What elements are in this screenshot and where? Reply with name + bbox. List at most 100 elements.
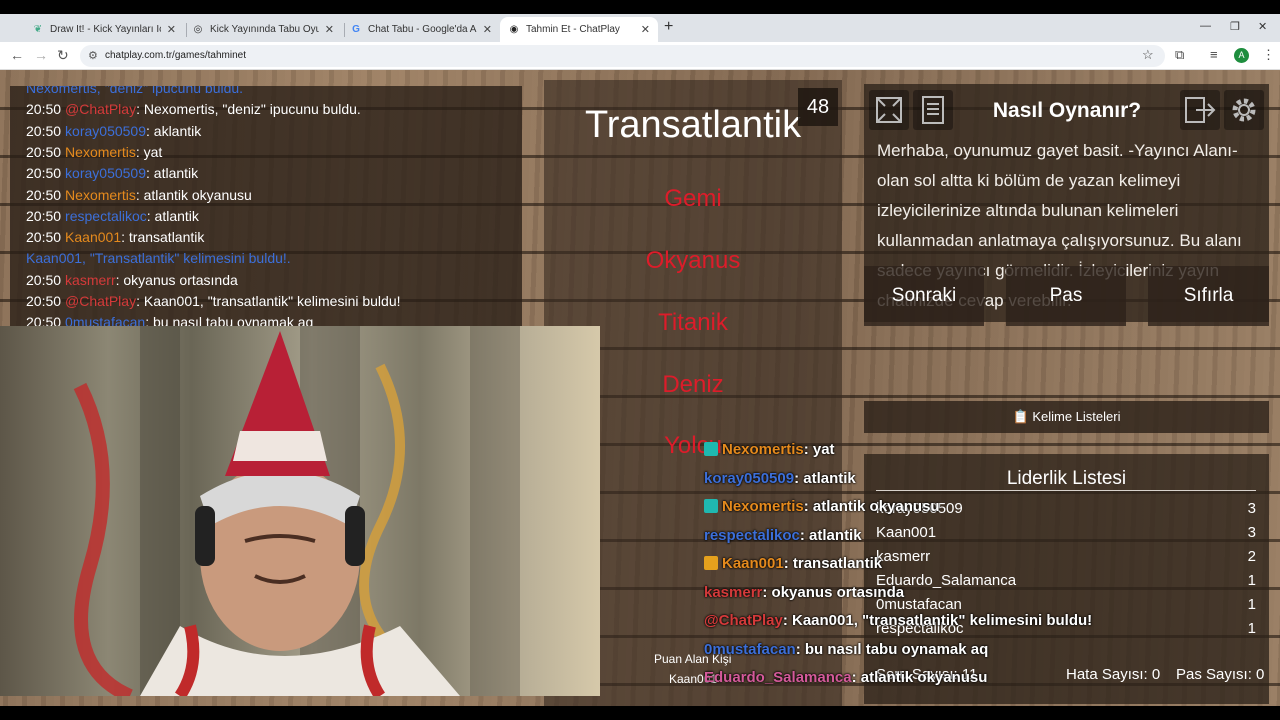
stream-chat-username: 0mustafacan [704, 640, 796, 658]
chat-message: 20:50 Nexomertis: atlantik okyanusu [26, 187, 252, 203]
chat-username[interactable]: Nexomertis, [26, 86, 101, 96]
stream-chat-username: Nexomertis [722, 441, 804, 458]
close-tab-icon[interactable]: ✕ [167, 23, 176, 36]
leaderboard-row: kasmerr 2 [876, 548, 1256, 565]
back-icon[interactable]: ← [10, 47, 24, 63]
leaf-favicon-icon: ❦ [33, 23, 43, 35]
stream-chat-text: : transatlantik [783, 555, 883, 572]
chat-username[interactable]: koray050509 [65, 165, 146, 181]
settings-button[interactable] [1224, 90, 1264, 130]
chat-timestamp: 20:50 [26, 229, 62, 246]
stream-chat-text: : atlantik okyanusu [803, 498, 940, 515]
stream-chat-message: Eduardo_Salamanca: atlantik okyanusu [704, 669, 987, 686]
stream-chat-text: : atlantik [799, 526, 862, 544]
chat-username[interactable]: Nexomertis [65, 144, 136, 160]
pass-button[interactable]: Pas [1006, 266, 1126, 326]
tab-draw-it[interactable]: ❦ Draw It! - Kick Yayınları İçin Çizi ✕ [24, 17, 184, 42]
stream-chat-message: Kaan001: transatlantik [704, 555, 882, 572]
stream-chat-text: : atlantik [794, 469, 856, 487]
bookmark-star-icon[interactable]: ☆ [1142, 47, 1154, 63]
fullscreen-button[interactable] [869, 90, 909, 130]
close-tab-icon[interactable]: ✕ [325, 23, 334, 36]
chat-username[interactable]: Kaan001 [65, 229, 121, 245]
reload-icon[interactable]: ↻ [57, 47, 69, 64]
stream-chat-message: Nexomertis: atlantik okyanusu [704, 498, 940, 515]
stream-chat-text: : bu nasıl tabu oynamak aq [795, 640, 989, 658]
extensions-icon[interactable]: ⧉ [1175, 47, 1184, 63]
chat-timestamp: 20:50 [26, 122, 62, 139]
stream-chat-username: respectalikoc [704, 526, 800, 544]
site-info-icon[interactable]: ⚙ [88, 49, 98, 62]
chat-text: : yat [135, 143, 163, 160]
stream-chat-message: koray050509: atlantik [704, 470, 856, 487]
browser-window: ❦ Draw It! - Kick Yayınları İçin Çizi ✕ … [0, 0, 1280, 720]
stream-chat-username: Eduardo_Salamanca [704, 669, 852, 686]
forbidden-word: Okyanus [645, 247, 741, 274]
chat-text: : Nexomertis, "deniz" ipucunu buldu. [136, 101, 361, 118]
chat-text: : atlantik okyanusu [135, 186, 252, 203]
reset-button[interactable]: Sıfırla [1148, 266, 1269, 326]
exit-button[interactable] [1180, 90, 1220, 130]
minimize-icon[interactable]: — [1200, 20, 1211, 32]
player-score: 3 [1247, 500, 1256, 517]
user-badge-icon [704, 442, 718, 456]
webcam-overlay [0, 326, 600, 696]
notes-button[interactable] [913, 90, 953, 130]
tab-strip: ❦ Draw It! - Kick Yayınları İçin Çizi ✕ … [0, 14, 1280, 42]
stream-chat-message: 0mustafacan: bu nasıl tabu oynamak aq [704, 641, 988, 658]
tab-tahmin-et[interactable]: ◉ Tahmin Et - ChatPlay ✕ [500, 17, 658, 42]
chat-message: 20:50 Kaan001: transatlantik [26, 229, 204, 245]
stream-chat-message: Nexomertis: yat [704, 441, 835, 458]
top-bezel [0, 0, 1280, 14]
fullscreen-icon [876, 97, 902, 123]
chat-username[interactable]: respectalikoc [65, 208, 147, 224]
chat-username[interactable]: Nexomertis [65, 187, 136, 203]
chat-text: : atlantik [146, 207, 199, 224]
tab-google-search[interactable]: G Chat Tabu - Google'da Ara ✕ [342, 17, 500, 42]
chatplay-favicon-icon: ◉ [509, 23, 519, 35]
chat-message: 20:50 respectalikoc: atlantik [26, 208, 199, 224]
chat-timestamp: 20:50 [26, 314, 62, 326]
chat-username[interactable]: @ChatPlay [65, 293, 136, 309]
gear-icon [1232, 98, 1256, 122]
close-tab-icon[interactable]: ✕ [641, 23, 650, 36]
stream-chat-username: @ChatPlay [704, 612, 783, 629]
chat-message: 20:50 kasmerr: okyanus ortasında [26, 272, 238, 288]
close-tab-icon[interactable]: ✕ [483, 23, 492, 36]
profile-avatar[interactable]: A [1234, 48, 1249, 63]
stream-chat-text: : atlantik okyanusu [851, 669, 988, 686]
chat-text: : atlantik [146, 165, 199, 182]
next-button[interactable]: Sonraki [864, 266, 984, 326]
chat-username[interactable]: Kaan001, "Transatlantik" kelimesini buld… [26, 250, 291, 266]
word-lists-button[interactable]: 📋 Kelime Listeleri [864, 401, 1269, 433]
leaderboard-row: Eduardo_Salamanca 1 [876, 572, 1256, 589]
new-tab-icon[interactable]: + [664, 18, 673, 36]
chat-username[interactable]: 0mustafacan [65, 314, 145, 326]
player-score: 3 [1247, 524, 1256, 541]
url-text[interactable]: chatplay.com.tr/games/tahminet [105, 50, 246, 61]
forward-icon[interactable]: → [34, 47, 48, 63]
streamer-webcam-image [73, 326, 520, 696]
stream-chat-text: : okyanus ortasında [762, 583, 905, 601]
close-window-icon[interactable]: ✕ [1258, 20, 1267, 33]
chat-timestamp: 20:50 [26, 143, 62, 160]
stream-chat-message: @ChatPlay: Kaan001, "transatlantik" keli… [704, 612, 1092, 629]
error-count: Hata Sayısı: 0 [1066, 666, 1161, 683]
chat-timestamp: 20:50 [26, 165, 62, 182]
chat-username[interactable]: koray050509 [65, 123, 146, 139]
chat-timestamp: 20:50 [26, 207, 62, 224]
chat-message: Kaan001, "Transatlantik" kelimesini buld… [26, 250, 291, 266]
chat-username[interactable]: @ChatPlay [65, 101, 136, 117]
tab-title: Kick Yayınında Tabu Oyunu [210, 24, 319, 35]
restore-icon[interactable]: ❐ [1230, 20, 1240, 33]
tab-kick-tabu[interactable]: ◎ Kick Yayınında Tabu Oyunu ✕ [184, 17, 342, 42]
pass-count: Pas Sayısı: 0 [1176, 666, 1265, 683]
stream-chat-text: : Kaan001, "transatlantik" kelimesini bu… [782, 612, 1093, 629]
chat-message: 20:50 0mustafacan: bu nasıl tabu oynamak … [26, 314, 313, 326]
menu-kebab-icon[interactable]: ⋮ [1262, 47, 1275, 63]
chat-timestamp: 20:50 [26, 293, 62, 309]
leaderboard-title: Liderlik Listesi [1006, 468, 1127, 489]
stream-chat-username: Nexomertis [722, 498, 804, 515]
media-icon[interactable]: ≡ [1210, 47, 1218, 62]
chat-username[interactable]: kasmerr [65, 272, 116, 288]
